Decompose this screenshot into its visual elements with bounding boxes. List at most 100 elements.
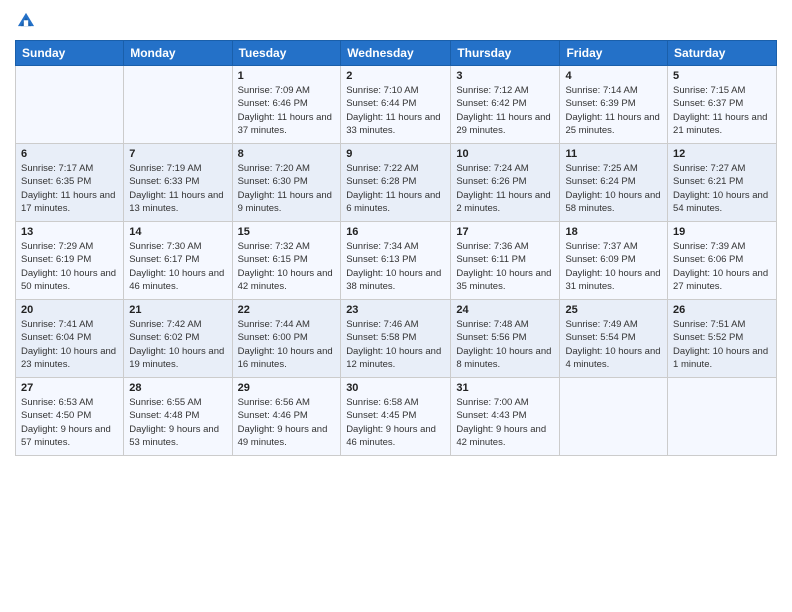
day-info: Sunrise: 7:37 AM Sunset: 6:09 PM Dayligh… xyxy=(565,240,662,293)
day-info: Sunrise: 7:14 AM Sunset: 6:39 PM Dayligh… xyxy=(565,84,662,137)
day-number: 23 xyxy=(346,304,445,316)
day-number: 24 xyxy=(456,304,554,316)
day-number: 19 xyxy=(673,226,771,238)
calendar-cell: 27 Sunrise: 6:53 AM Sunset: 4:50 PM Dayli… xyxy=(16,378,124,456)
week-row-2: 6Sunrise: 7:17 AM Sunset: 6:35 PM Daylig… xyxy=(16,144,777,222)
calendar-cell: 19 Sunrise: 7:39 AM Sunset: 6:06 PM Dayli… xyxy=(668,222,777,300)
day-info: Sunrise: 7:34 AM Sunset: 6:13 PM Dayligh… xyxy=(346,240,445,293)
day-info: Sunrise: 7:17 AM Sunset: 6:35 PM Dayligh… xyxy=(21,162,118,215)
day-number: 14 xyxy=(129,226,226,238)
week-row-3: 13 Sunrise: 7:29 AM Sunset: 6:19 PM Dayli… xyxy=(16,222,777,300)
day-number: 9 xyxy=(346,148,445,160)
day-info: Sunrise: 7:09 AM Sunset: 6:46 PM Dayligh… xyxy=(238,84,336,137)
day-number: 1 xyxy=(238,70,336,82)
day-info: Sunrise: 7:27 AM Sunset: 6:21 PM Dayligh… xyxy=(673,162,771,215)
day-number: 29 xyxy=(238,382,336,394)
weekday-header-tuesday: Tuesday xyxy=(232,41,341,66)
weekday-header-monday: Monday xyxy=(124,41,232,66)
calendar-cell: 3 Sunrise: 7:12 AM Sunset: 6:42 PM Daylig… xyxy=(451,66,560,144)
calendar-cell: 7 Sunrise: 7:19 AM Sunset: 6:33 PM Daylig… xyxy=(124,144,232,222)
day-info: Sunrise: 7:29 AM Sunset: 6:19 PM Dayligh… xyxy=(21,240,118,293)
day-info: Sunrise: 7:46 AM Sunset: 5:58 PM Dayligh… xyxy=(346,318,445,371)
day-info: Sunrise: 7:20 AM Sunset: 6:30 PM Dayligh… xyxy=(238,162,336,215)
day-number: 8 xyxy=(238,148,336,160)
day-info: Sunrise: 7:10 AM Sunset: 6:44 PM Dayligh… xyxy=(346,84,445,137)
day-info: Sunrise: 6:53 AM Sunset: 4:50 PM Dayligh… xyxy=(21,396,118,449)
calendar-cell: 20Sunrise: 7:41 AM Sunset: 6:04 PM Dayli… xyxy=(16,300,124,378)
weekday-header-row: SundayMondayTuesdayWednesdayThursdayFrid… xyxy=(16,41,777,66)
calendar-cell: 9 Sunrise: 7:22 AM Sunset: 6:28 PM Daylig… xyxy=(341,144,451,222)
day-number: 28 xyxy=(129,382,226,394)
calendar-cell: 1 Sunrise: 7:09 AM Sunset: 6:46 PM Daylig… xyxy=(232,66,341,144)
day-info: Sunrise: 6:56 AM Sunset: 4:46 PM Dayligh… xyxy=(238,396,336,449)
calendar-cell: 26Sunrise: 7:51 AM Sunset: 5:52 PM Dayli… xyxy=(668,300,777,378)
calendar-cell: 10Sunrise: 7:24 AM Sunset: 6:26 PM Dayli… xyxy=(451,144,560,222)
day-number: 5 xyxy=(673,70,771,82)
day-number: 16 xyxy=(346,226,445,238)
day-number: 30 xyxy=(346,382,445,394)
day-info: Sunrise: 7:30 AM Sunset: 6:17 PM Dayligh… xyxy=(129,240,226,293)
calendar-cell: 24Sunrise: 7:48 AM Sunset: 5:56 PM Dayli… xyxy=(451,300,560,378)
day-number: 22 xyxy=(238,304,336,316)
day-number: 18 xyxy=(565,226,662,238)
calendar-cell xyxy=(560,378,668,456)
calendar-table: SundayMondayTuesdayWednesdayThursdayFrid… xyxy=(15,40,777,456)
day-info: Sunrise: 7:51 AM Sunset: 5:52 PM Dayligh… xyxy=(673,318,771,371)
calendar-cell xyxy=(668,378,777,456)
calendar-cell xyxy=(124,66,232,144)
day-number: 3 xyxy=(456,70,554,82)
calendar-cell: 28 Sunrise: 6:55 AM Sunset: 4:48 PM Dayli… xyxy=(124,378,232,456)
day-number: 4 xyxy=(565,70,662,82)
day-number: 11 xyxy=(565,148,662,160)
calendar-cell: 6Sunrise: 7:17 AM Sunset: 6:35 PM Daylig… xyxy=(16,144,124,222)
calendar-cell: 8 Sunrise: 7:20 AM Sunset: 6:30 PM Daylig… xyxy=(232,144,341,222)
day-number: 15 xyxy=(238,226,336,238)
week-row-5: 27 Sunrise: 6:53 AM Sunset: 4:50 PM Dayli… xyxy=(16,378,777,456)
calendar-cell: 11Sunrise: 7:25 AM Sunset: 6:24 PM Dayli… xyxy=(560,144,668,222)
day-info: Sunrise: 7:12 AM Sunset: 6:42 PM Dayligh… xyxy=(456,84,554,137)
weekday-header-saturday: Saturday xyxy=(668,41,777,66)
day-info: Sunrise: 7:41 AM Sunset: 6:04 PM Dayligh… xyxy=(21,318,118,371)
day-info: Sunrise: 7:39 AM Sunset: 6:06 PM Dayligh… xyxy=(673,240,771,293)
calendar-cell: 31Sunrise: 7:00 AM Sunset: 4:43 PM Dayli… xyxy=(451,378,560,456)
week-row-1: 1 Sunrise: 7:09 AM Sunset: 6:46 PM Daylig… xyxy=(16,66,777,144)
day-number: 21 xyxy=(129,304,226,316)
calendar-cell: 14 Sunrise: 7:30 AM Sunset: 6:17 PM Dayli… xyxy=(124,222,232,300)
day-info: Sunrise: 7:22 AM Sunset: 6:28 PM Dayligh… xyxy=(346,162,445,215)
weekday-header-sunday: Sunday xyxy=(16,41,124,66)
day-number: 12 xyxy=(673,148,771,160)
day-info: Sunrise: 7:42 AM Sunset: 6:02 PM Dayligh… xyxy=(129,318,226,371)
weekday-header-friday: Friday xyxy=(560,41,668,66)
calendar-cell: 30 Sunrise: 6:58 AM Sunset: 4:45 PM Dayli… xyxy=(341,378,451,456)
day-info: Sunrise: 7:15 AM Sunset: 6:37 PM Dayligh… xyxy=(673,84,771,137)
calendar-cell: 16 Sunrise: 7:34 AM Sunset: 6:13 PM Dayli… xyxy=(341,222,451,300)
day-number: 27 xyxy=(21,382,118,394)
day-info: Sunrise: 7:00 AM Sunset: 4:43 PM Dayligh… xyxy=(456,396,554,449)
day-info: Sunrise: 6:55 AM Sunset: 4:48 PM Dayligh… xyxy=(129,396,226,449)
calendar-cell: 18 Sunrise: 7:37 AM Sunset: 6:09 PM Dayli… xyxy=(560,222,668,300)
logo-icon xyxy=(15,10,37,32)
calendar-cell: 5 Sunrise: 7:15 AM Sunset: 6:37 PM Daylig… xyxy=(668,66,777,144)
calendar-cell: 25Sunrise: 7:49 AM Sunset: 5:54 PM Dayli… xyxy=(560,300,668,378)
day-info: Sunrise: 7:24 AM Sunset: 6:26 PM Dayligh… xyxy=(456,162,554,215)
day-info: Sunrise: 7:36 AM Sunset: 6:11 PM Dayligh… xyxy=(456,240,554,293)
logo xyxy=(15,10,41,32)
day-info: Sunrise: 6:58 AM Sunset: 4:45 PM Dayligh… xyxy=(346,396,445,449)
weekday-header-thursday: Thursday xyxy=(451,41,560,66)
day-info: Sunrise: 7:32 AM Sunset: 6:15 PM Dayligh… xyxy=(238,240,336,293)
calendar-cell: 17Sunrise: 7:36 AM Sunset: 6:11 PM Dayli… xyxy=(451,222,560,300)
calendar-cell: 29 Sunrise: 6:56 AM Sunset: 4:46 PM Dayli… xyxy=(232,378,341,456)
day-info: Sunrise: 7:49 AM Sunset: 5:54 PM Dayligh… xyxy=(565,318,662,371)
day-info: Sunrise: 7:19 AM Sunset: 6:33 PM Dayligh… xyxy=(129,162,226,215)
calendar-cell: 13 Sunrise: 7:29 AM Sunset: 6:19 PM Dayli… xyxy=(16,222,124,300)
calendar-cell: 22 Sunrise: 7:44 AM Sunset: 6:00 PM Dayli… xyxy=(232,300,341,378)
day-number: 2 xyxy=(346,70,445,82)
day-info: Sunrise: 7:44 AM Sunset: 6:00 PM Dayligh… xyxy=(238,318,336,371)
calendar-cell: 23 Sunrise: 7:46 AM Sunset: 5:58 PM Dayli… xyxy=(341,300,451,378)
weekday-header-wednesday: Wednesday xyxy=(341,41,451,66)
calendar-cell: 2 Sunrise: 7:10 AM Sunset: 6:44 PM Daylig… xyxy=(341,66,451,144)
calendar-cell: 15 Sunrise: 7:32 AM Sunset: 6:15 PM Dayli… xyxy=(232,222,341,300)
calendar-cell xyxy=(16,66,124,144)
day-number: 13 xyxy=(21,226,118,238)
day-number: 7 xyxy=(129,148,226,160)
